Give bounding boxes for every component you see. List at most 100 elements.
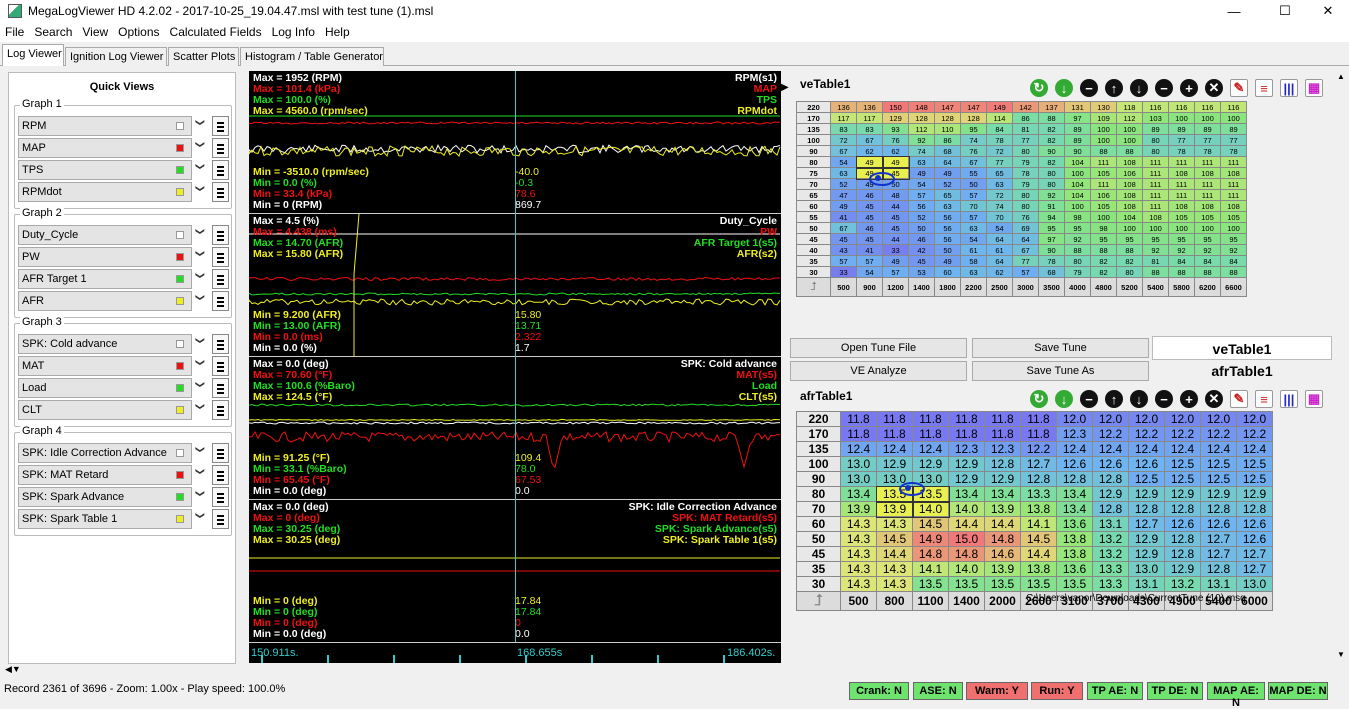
save-tune-button[interactable]: Save Tune xyxy=(972,338,1149,358)
minus-alt-icon[interactable]: − xyxy=(1155,390,1173,408)
table-cell[interactable]: 92 xyxy=(1220,244,1247,256)
hamburger-menu-icon[interactable] xyxy=(212,182,229,202)
table-cell[interactable]: 12.0 xyxy=(1200,411,1237,427)
table-cell[interactable]: 105 xyxy=(1168,211,1195,223)
table-cell[interactable]: 53 xyxy=(908,266,935,278)
table-cell[interactable]: 11.8 xyxy=(984,411,1021,427)
table-cell[interactable]: 45 xyxy=(882,211,909,223)
table-cell[interactable]: 108 xyxy=(1116,200,1143,212)
table-cell[interactable]: 80 xyxy=(1012,200,1039,212)
chevron-down-icon[interactable]: ❯ xyxy=(194,272,205,280)
table-cell[interactable]: 92 xyxy=(1168,244,1195,256)
table-cell[interactable]: 12.6 xyxy=(1200,516,1237,532)
table-cell[interactable]: 111 xyxy=(1090,156,1117,168)
time-cursor[interactable] xyxy=(515,71,516,663)
table-cell[interactable]: 111 xyxy=(1168,156,1195,168)
table-cell[interactable]: 11.8 xyxy=(1020,411,1057,427)
table-cell[interactable]: 61 xyxy=(986,244,1013,256)
table-cell[interactable]: 88 xyxy=(1090,145,1117,157)
table-cell[interactable]: 12.7 xyxy=(1020,456,1057,472)
table-cell[interactable]: 14.3 xyxy=(840,516,877,532)
table-cell[interactable]: 92 xyxy=(1142,244,1169,256)
table-cell[interactable]: 12.8 xyxy=(1200,561,1237,577)
quick-view-selector[interactable]: SPK: MAT Retard xyxy=(18,465,192,485)
table-cell[interactable]: 12.5 xyxy=(1236,471,1273,487)
table-cell[interactable]: 108 xyxy=(1220,200,1247,212)
table-cell[interactable]: 116 xyxy=(1168,101,1195,113)
table-cell[interactable]: 64 xyxy=(986,255,1013,267)
table-cell[interactable]: 111 xyxy=(1142,189,1169,201)
expand-arrow-icon[interactable]: ◀▼ xyxy=(5,664,21,675)
series-color-swatch[interactable] xyxy=(176,144,184,152)
table-cell[interactable]: 148 xyxy=(908,101,935,113)
table-cell[interactable]: 64 xyxy=(1012,233,1039,245)
table-cell[interactable]: 49 xyxy=(855,155,884,169)
table-cell[interactable]: 12.3 xyxy=(1056,426,1093,442)
table-cell[interactable]: 12.4 xyxy=(876,441,913,457)
table-cell[interactable]: 84 xyxy=(986,123,1013,135)
table-cell[interactable]: 104 xyxy=(1064,178,1091,190)
table-cell[interactable]: 54 xyxy=(830,156,857,168)
color-map-icon[interactable]: ▦ xyxy=(1305,79,1323,97)
table-cell[interactable]: 88 xyxy=(1220,266,1247,278)
table-cell[interactable]: 77 xyxy=(986,156,1013,168)
table-cell[interactable]: 95 xyxy=(1194,233,1221,245)
table-cell[interactable]: 63 xyxy=(830,167,857,179)
table-cell[interactable]: 12.2 xyxy=(1236,426,1273,442)
table-cell[interactable]: 108 xyxy=(1116,178,1143,190)
series-color-swatch[interactable] xyxy=(176,253,184,261)
table-cell[interactable]: 12.5 xyxy=(1164,471,1201,487)
table-cell[interactable]: 12.8 xyxy=(1020,471,1057,487)
table-cell[interactable]: 14.4 xyxy=(984,516,1021,532)
table-cell[interactable]: 77 xyxy=(1194,134,1221,146)
menu-view[interactable]: View xyxy=(77,25,113,39)
table-cell[interactable]: 12.7 xyxy=(1236,561,1273,577)
table-cell[interactable]: 100 xyxy=(1168,222,1195,234)
table-cell[interactable]: 97 xyxy=(1038,233,1065,245)
table-cell[interactable]: 92 xyxy=(1064,233,1091,245)
table-cell[interactable]: 14.3 xyxy=(876,561,913,577)
table-cell[interactable]: 12.2 xyxy=(1200,426,1237,442)
table-cell[interactable]: 100 xyxy=(1220,112,1247,124)
table-cell[interactable]: 48 xyxy=(882,189,909,201)
table-cell[interactable]: 12.4 xyxy=(1056,441,1093,457)
hamburger-menu-icon[interactable] xyxy=(212,291,229,311)
table-cell[interactable]: 14.4 xyxy=(948,516,985,532)
table-cell[interactable]: 106 xyxy=(1116,167,1143,179)
plus-icon[interactable]: + xyxy=(1180,79,1198,97)
table-cell[interactable]: 13.5 xyxy=(912,576,949,592)
minus-icon[interactable]: − xyxy=(1080,390,1098,408)
table-cell[interactable]: 57 xyxy=(1012,266,1039,278)
table-cell[interactable]: 98 xyxy=(1064,211,1091,223)
rows-icon[interactable]: ≡ xyxy=(1255,390,1273,408)
table-cell[interactable]: 84 xyxy=(1194,255,1221,267)
table-cell[interactable]: 111 xyxy=(1194,156,1221,168)
quick-view-selector[interactable]: SPK: Idle Correction Advance xyxy=(18,443,192,463)
table-cell[interactable]: 68 xyxy=(934,145,961,157)
table-cell[interactable]: 56 xyxy=(934,211,961,223)
table-cell[interactable]: 136 xyxy=(830,101,857,113)
chevron-down-icon[interactable]: ❯ xyxy=(194,141,205,149)
table-cell[interactable]: 100 xyxy=(1116,134,1143,146)
table-cell[interactable]: 57 xyxy=(960,189,987,201)
table-cell[interactable]: 13.6 xyxy=(1056,516,1093,532)
table-cell[interactable]: 111 xyxy=(1142,200,1169,212)
afr_table-grid[interactable]: 220 11.8 11.8 11.8 11.8 11.8 11.8 12.0 12.0 12.0 1… xyxy=(796,411,1273,611)
chevron-down-icon[interactable]: ❯ xyxy=(194,490,205,498)
table-cell[interactable]: 89 xyxy=(1168,123,1195,135)
color-map-icon[interactable]: ▦ xyxy=(1305,390,1323,408)
table-cell[interactable]: 63 xyxy=(960,222,987,234)
table-cell[interactable]: 57 xyxy=(908,189,935,201)
table-cell[interactable]: 100 xyxy=(1064,200,1091,212)
table-cell[interactable]: 56 xyxy=(934,233,961,245)
table-cell[interactable]: 67 xyxy=(830,145,857,157)
table-cell[interactable]: 12.3 xyxy=(984,441,1021,457)
table-cell[interactable]: 111 xyxy=(1220,178,1247,190)
menu-search[interactable]: Search xyxy=(29,25,77,39)
table-cell[interactable]: 13.0 xyxy=(840,456,877,472)
table-cell[interactable]: 12.6 xyxy=(1128,456,1165,472)
table-cell[interactable]: 69 xyxy=(1012,222,1039,234)
table-cell[interactable]: 83 xyxy=(830,123,857,135)
table-cell[interactable]: 60 xyxy=(934,266,961,278)
table-cell[interactable]: 72 xyxy=(986,189,1013,201)
